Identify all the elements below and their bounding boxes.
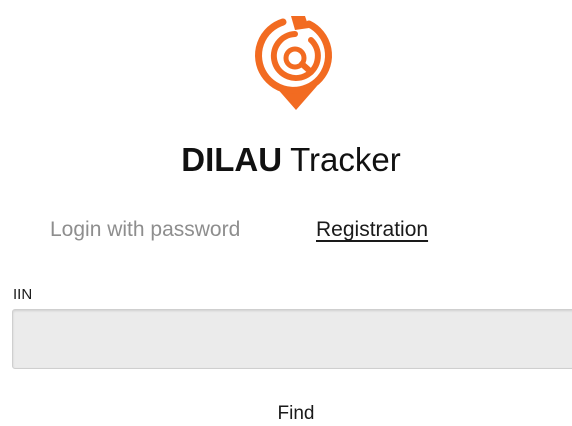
app-title: DILAU Tracker	[0, 140, 572, 180]
app-title-brand: DILAU	[181, 141, 283, 178]
app-title-suffix: Tracker	[290, 141, 401, 178]
auth-tabs: Login with password Registration	[0, 216, 572, 246]
iin-label: IIN	[13, 286, 33, 303]
location-pin-search-icon	[251, 10, 341, 114]
find-button[interactable]: Find	[250, 400, 342, 426]
registration-page: DILAU Tracker Login with password Registr…	[0, 0, 572, 426]
iin-input[interactable]	[12, 309, 572, 369]
tab-registration[interactable]: Registration	[316, 216, 428, 244]
tab-login-with-password[interactable]: Login with password	[50, 216, 240, 244]
